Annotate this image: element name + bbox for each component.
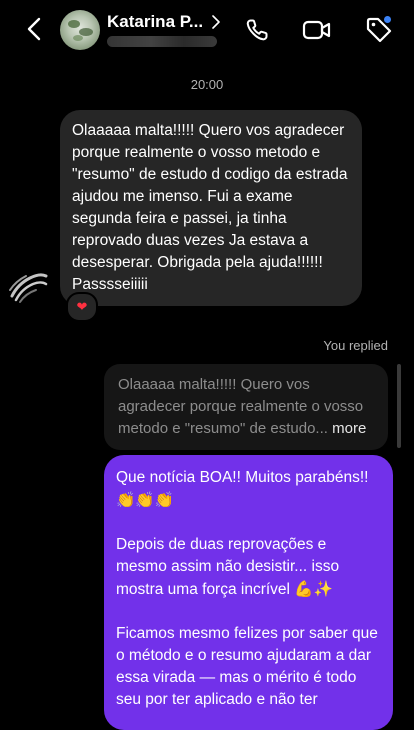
quoted-message[interactable]: Olaaaaa malta!!!!! Quero vos agradecer p… — [104, 364, 388, 450]
phone-icon — [246, 19, 268, 41]
contact-avatar[interactable] — [60, 10, 100, 50]
outgoing-message[interactable]: Que notícia BOA!! Muitos parabéns!! 👏👏👏 … — [104, 455, 393, 730]
quoted-text: Olaaaaa malta!!!!! Quero vos agradecer p… — [118, 376, 364, 437]
sender-avatar[interactable] — [6, 262, 52, 308]
more-link[interactable]: more — [332, 420, 366, 437]
you-replied-label: You replied — [323, 338, 388, 353]
heart-icon: ❤ — [76, 299, 88, 314]
tag-button[interactable] — [364, 16, 394, 44]
chevron-right-icon — [212, 15, 220, 29]
merit-text: Ficamos mesmo felizes por saber que o mé… — [116, 625, 378, 708]
sparkles-emoji: ✨ — [313, 580, 333, 598]
incoming-message[interactable]: Olaaaaa malta!!!!! Quero vos agradecer p… — [60, 110, 362, 306]
blurred-username — [107, 36, 217, 47]
contact-name: Katarina P... — [107, 12, 204, 31]
back-icon — [27, 17, 41, 41]
notification-dot — [384, 16, 391, 23]
contact-name-row[interactable]: Katarina P... — [107, 11, 221, 33]
message-timestamp: 20:00 — [190, 77, 224, 92]
message-paragraph: Depois de duas reprovações e mesmo assim… — [116, 534, 381, 601]
video-camera-icon — [302, 20, 331, 40]
congrats-text: Que notícia BOA!! Muitos parabéns!! — [116, 469, 369, 486]
reply-indicator-bar — [397, 364, 401, 448]
flexed-biceps-emoji: 💪 — [294, 580, 314, 598]
clapping-hands-emoji: 👏👏👏 — [116, 491, 174, 509]
chat-header: Katarina P... — [0, 0, 414, 60]
back-button[interactable] — [22, 14, 48, 44]
heart-reaction[interactable]: ❤ — [66, 292, 98, 322]
message-paragraph: Ficamos mesmo felizes por saber que o mé… — [116, 623, 381, 711]
message-paragraph: Que notícia BOA!! Muitos parabéns!! 👏👏👏 — [116, 467, 381, 512]
audio-call-button[interactable] — [244, 17, 270, 43]
video-call-button[interactable] — [302, 17, 332, 43]
